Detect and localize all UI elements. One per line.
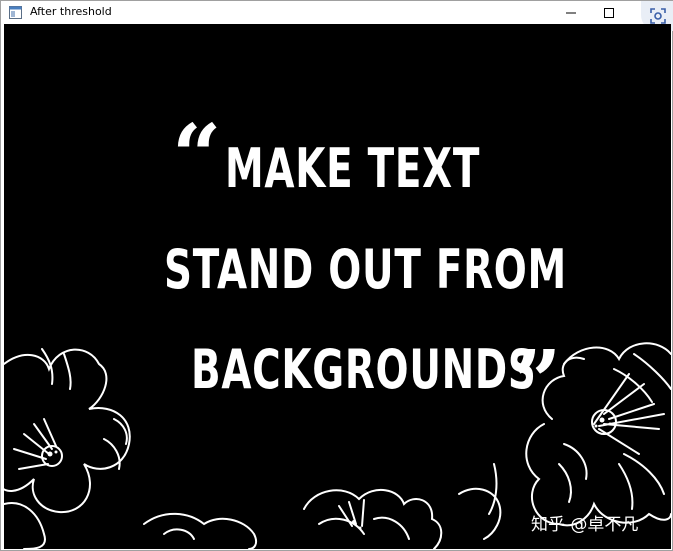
open-quote-mark: “: [172, 106, 222, 207]
title-bar[interactable]: After threshold: [1, 1, 673, 31]
quote-line-3: BACKGROUNDS: [191, 338, 537, 401]
minimize-icon: [566, 12, 576, 13]
close-quote-mark: ”: [512, 332, 562, 433]
window-title: After threshold: [30, 5, 112, 18]
window-app-icon: [9, 6, 22, 19]
app-window: After threshold “ MAKE TEXT STAND OUT FR…: [0, 0, 673, 551]
screenshot-lens-icon: [649, 8, 666, 24]
maximize-button[interactable]: [586, 1, 632, 24]
zhihu-watermark: 知乎 @卓不凡: [531, 515, 639, 535]
quote-line-1: MAKE TEXT: [225, 137, 481, 200]
quote-line-2: STAND OUT FROM: [164, 238, 567, 301]
maximize-icon: [604, 7, 614, 18]
thresholded-image: “ MAKE TEXT STAND OUT FROM BACKGROUNDS ”…: [4, 24, 671, 549]
